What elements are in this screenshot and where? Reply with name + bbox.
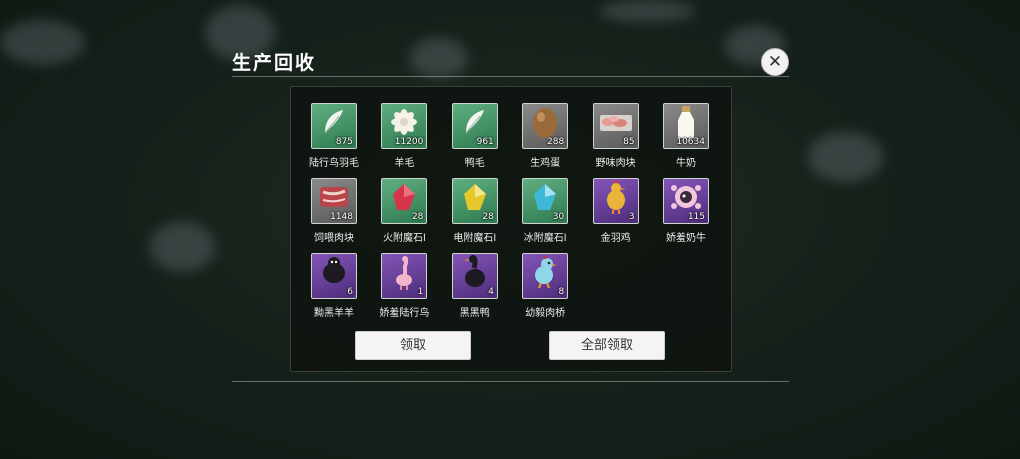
item-name: 火附魔石l — [383, 233, 426, 244]
item-slot[interactable]: 115 娇羞奶牛 — [655, 178, 717, 244]
item-slot[interactable]: 1148 饲喂肉块 — [303, 178, 365, 244]
meat-tray-icon — [598, 109, 634, 139]
item-slot[interactable]: 3 金羽鸡 — [585, 178, 647, 244]
claim-all-button[interactable]: 全部领取 — [549, 331, 665, 360]
item-name: 幼毅肉桥 — [525, 308, 566, 319]
item-icon-frame: 10634 — [663, 103, 709, 149]
recycle-panel: 875 陆行鸟羽毛 11200 羊毛 961 鸭毛 288 生鸡蛋 85 野味肉块 10634 牛奶 1… — [290, 86, 732, 372]
item-count: 1 — [417, 287, 424, 297]
item-name: 陆行鸟羽毛 — [309, 158, 359, 169]
panel-title: 生产回收 — [232, 52, 317, 74]
item-count: 28 — [411, 212, 424, 222]
item-count: 115 — [687, 212, 705, 222]
close-button[interactable]: ✕ — [761, 48, 789, 76]
item-name: 娇羞陆行鸟 — [379, 308, 430, 319]
item-slot[interactable]: 8 幼毅肉桥 — [514, 253, 576, 319]
item-count: 4 — [488, 287, 494, 297]
item-name: 野味肉块 — [595, 158, 636, 169]
item-count: 10634 — [676, 137, 705, 147]
item-icon-frame: 28 — [451, 178, 498, 224]
item-slot[interactable]: 875 陆行鸟羽毛 — [303, 103, 365, 169]
item-name: 电附魔石l — [453, 233, 497, 244]
item-count: 3 — [628, 212, 635, 222]
item-name: 羊毛 — [394, 158, 415, 169]
item-count: 28 — [482, 212, 494, 222]
item-slot[interactable]: 28 电附魔石l — [444, 178, 506, 244]
item-count: 30 — [552, 212, 565, 222]
item-icon-frame: 115 — [663, 178, 709, 224]
background-blob — [410, 38, 468, 78]
item-slot[interactable]: 6 黝黑羊羊 — [303, 253, 365, 319]
item-icon-frame: 28 — [381, 178, 428, 224]
item-count: 875 — [335, 137, 353, 147]
close-icon: ✕ — [767, 52, 783, 72]
item-icon-frame: 961 — [451, 103, 498, 149]
item-icon-frame: 1 — [381, 253, 428, 299]
item-count: 288 — [547, 137, 565, 147]
item-slot[interactable]: 961 鸭毛 — [444, 103, 506, 169]
item-count: 961 — [476, 137, 494, 147]
item-icon-frame: 4 — [451, 253, 498, 299]
item-count: 8 — [558, 287, 565, 297]
item-grid: 875 陆行鸟羽毛 11200 羊毛 961 鸭毛 288 生鸡蛋 85 野味肉块 10634 牛奶 1… — [303, 103, 723, 319]
black-sheep-icon — [319, 255, 349, 293]
background-blob — [150, 222, 215, 272]
black-duck-icon — [461, 254, 489, 294]
item-count: 1148 — [330, 212, 353, 222]
bottom-divider — [232, 381, 789, 382]
item-slot[interactable]: 4 黑黑鸭 — [444, 253, 506, 319]
item-slot[interactable]: 28 火附魔石l — [373, 178, 435, 244]
item-name: 金羽鸡 — [600, 233, 631, 244]
item-name: 鸭毛 — [464, 158, 485, 169]
item-name: 生鸡蛋 — [530, 158, 561, 169]
title-divider — [232, 76, 789, 77]
item-name: 饲喂肉块 — [314, 233, 354, 244]
item-slot[interactable]: 30 冰附魔石l — [514, 178, 576, 244]
item-icon-frame: 11200 — [381, 103, 428, 149]
item-slot[interactable]: 10634 牛奶 — [655, 103, 717, 169]
blue-chick-icon — [529, 255, 561, 293]
background-blob — [808, 132, 883, 182]
background-blob — [600, 0, 695, 22]
item-name: 黝黑羊羊 — [314, 308, 354, 319]
item-count: 85 — [623, 137, 635, 147]
item-icon-frame: 288 — [522, 103, 569, 149]
item-name: 牛奶 — [676, 158, 696, 169]
claim-button[interactable]: 领取 — [355, 331, 471, 360]
item-name: 黑黑鸭 — [459, 308, 490, 319]
golden-chicken-icon — [601, 180, 631, 218]
item-slot[interactable]: 288 生鸡蛋 — [514, 103, 576, 169]
item-slot[interactable]: 1 娇羞陆行鸟 — [373, 253, 435, 319]
item-icon-frame: 85 — [592, 103, 639, 149]
item-name: 娇羞奶牛 — [666, 233, 706, 244]
item-icon-frame: 1148 — [311, 178, 357, 224]
item-count: 11200 — [394, 137, 424, 147]
item-icon-frame: 875 — [311, 103, 357, 149]
background-blob — [0, 20, 85, 65]
item-icon-frame: 30 — [522, 178, 569, 224]
item-name: 冰附魔石l — [523, 233, 567, 244]
item-icon-frame: 3 — [592, 178, 639, 224]
item-icon-frame: 6 — [311, 253, 357, 299]
item-icon-frame: 8 — [522, 253, 569, 299]
pink-bird-icon — [390, 254, 418, 294]
item-count: 6 — [347, 287, 353, 297]
item-slot[interactable]: 11200 羊毛 — [373, 103, 435, 169]
item-slot[interactable]: 85 野味肉块 — [585, 103, 647, 169]
